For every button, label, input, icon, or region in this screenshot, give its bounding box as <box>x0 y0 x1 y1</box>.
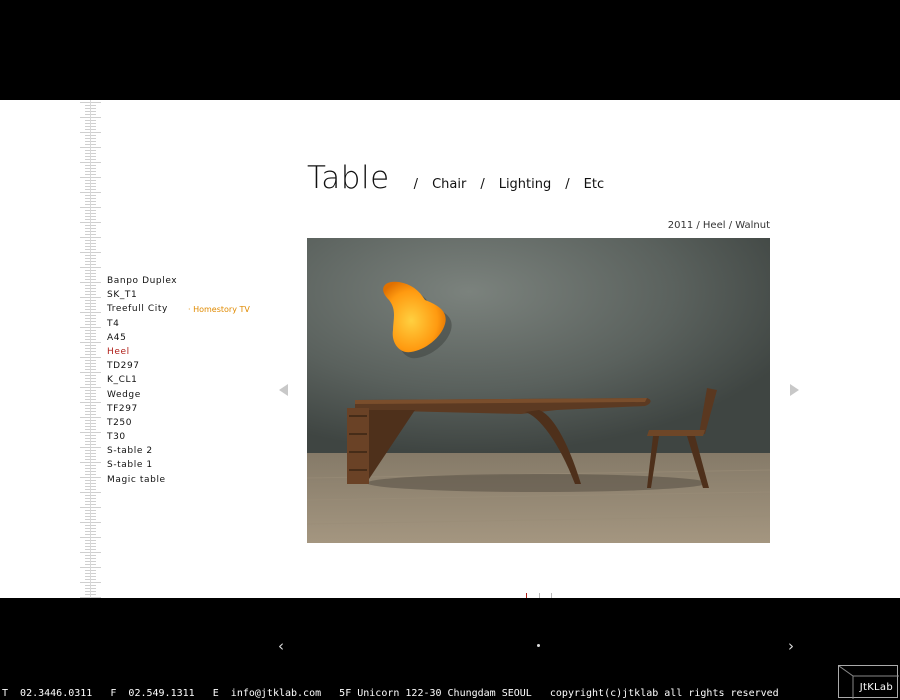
product-item-label: TD297 <box>107 361 140 372</box>
product-item-label: S-table 1 <box>107 460 153 471</box>
pager-tick[interactable] <box>551 593 552 598</box>
photo-prev-icon[interactable] <box>279 384 288 396</box>
product-item-t250[interactable]: T250 <box>107 416 177 430</box>
product-item-label: SK_T1 <box>107 290 138 301</box>
product-item-t4[interactable]: T4 <box>107 317 177 331</box>
product-photo <box>307 238 770 543</box>
product-list: Banpo Duplex SK_T1 Treefull City · Homestor… <box>107 274 250 487</box>
pager-tick[interactable] <box>539 593 540 598</box>
product-item-label: A45 <box>107 332 127 343</box>
product-item-wedge[interactable]: Wedge <box>107 388 177 402</box>
footer-address: 5F Unicorn 122-30 Chungdam SEOUL <box>339 688 532 699</box>
product-item-s-table-1[interactable]: S-table 1 <box>107 458 177 472</box>
footer-email[interactable]: E info@jtklab.com <box>213 688 321 699</box>
product-item-treefull-city[interactable]: Treefull City · Homestory TV <box>107 302 250 316</box>
product-item-label: Wedge <box>107 389 141 400</box>
chevron-right-icon[interactable]: › <box>788 639 800 654</box>
category-link-chair[interactable]: Chair <box>432 177 466 192</box>
product-item-label: Banpo Duplex <box>107 276 178 286</box>
product-item-banpo-duplex[interactable]: Banpo Duplex <box>107 274 177 288</box>
product-item-label: T250 <box>107 417 133 428</box>
product-item-sk-t1[interactable]: SK_T1 <box>107 288 177 302</box>
category-separator: / <box>413 177 419 192</box>
category-separator: / <box>480 177 485 192</box>
product-item-label: T30 <box>107 432 126 443</box>
footer-copyright: copyright(c)jtklab all rights reserved <box>549 688 779 699</box>
product-item-k-cl1[interactable]: K_CL1 <box>107 373 177 387</box>
ruler-decoration <box>80 100 101 598</box>
product-item-t30[interactable]: T30 <box>107 430 177 444</box>
chevron-left-icon[interactable]: ‹ <box>278 639 290 654</box>
product-item-label: K_CL1 <box>107 375 138 386</box>
photo-next-icon[interactable] <box>790 384 799 396</box>
content-panel: Table / Chair / Lighting / Etc 2011 / He… <box>0 100 900 598</box>
product-item-label: S-table 2 <box>107 446 153 457</box>
footer-fax: F 02.549.1311 <box>110 688 195 699</box>
product-item-s-table-2[interactable]: S-table 2 <box>107 444 177 458</box>
product-item-label: Heel <box>107 346 130 357</box>
product-tag-link[interactable]: · Homestory TV <box>188 303 250 317</box>
footer-tel: T 02.3446.0311 <box>2 688 93 699</box>
category-link-etc[interactable]: Etc <box>584 177 604 192</box>
product-item-magic-table[interactable]: Magic table <box>107 473 177 487</box>
category-nav: Table / Chair / Lighting / Etc <box>307 160 618 200</box>
carousel-dot[interactable] <box>537 644 540 647</box>
logo-text: JtKLab <box>859 682 893 693</box>
category-link-lighting[interactable]: Lighting <box>499 177 552 192</box>
top-bar <box>0 0 900 100</box>
category-separator: / <box>565 177 570 192</box>
logo[interactable]: JtKLab <box>838 665 899 699</box>
product-item-label: Treefull City <box>107 304 168 315</box>
product-item-tf297[interactable]: TF297 <box>107 402 177 416</box>
product-item-td297[interactable]: TD297 <box>107 359 177 373</box>
footer-info: T 02.3446.0311 F 02.549.1311 E info@jtkl… <box>2 688 779 700</box>
product-item-a45[interactable]: A45 <box>107 331 177 345</box>
product-item-label: TF297 <box>107 403 138 414</box>
product-item-heel[interactable]: Heel <box>107 345 177 359</box>
product-item-label: Magic table <box>107 474 166 485</box>
product-item-label: T4 <box>107 318 120 329</box>
image-caption: 2011 / Heel / Walnut <box>667 220 770 231</box>
pager-tick-active[interactable] <box>526 593 527 598</box>
category-title[interactable]: Table <box>307 160 390 196</box>
